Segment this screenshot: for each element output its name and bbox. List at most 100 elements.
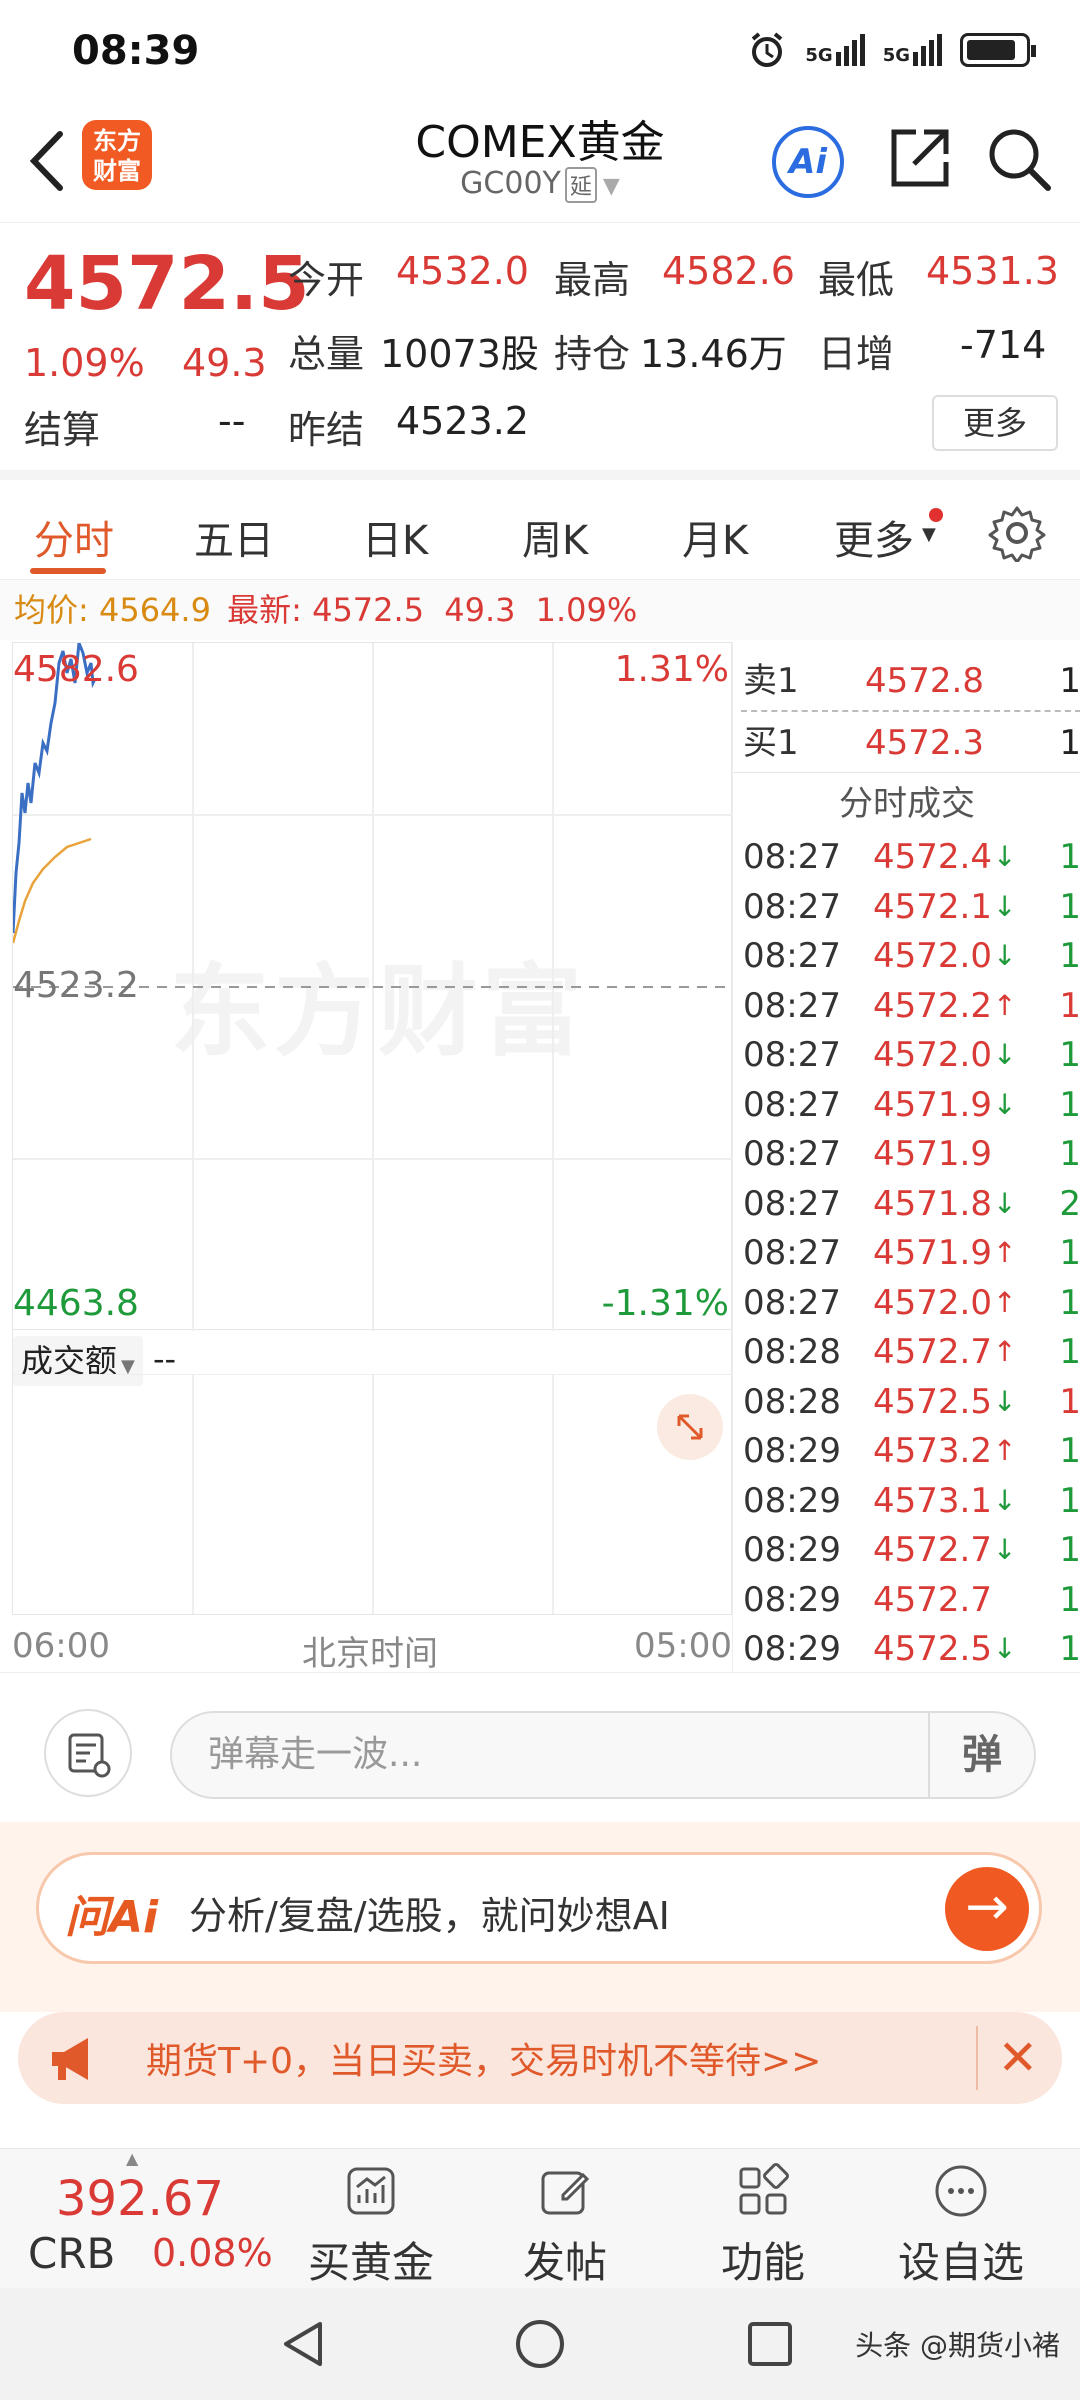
ai-button[interactable]: Ai	[772, 126, 844, 198]
book-divider-2	[733, 772, 1080, 773]
trade-volume: 1	[1059, 1332, 1080, 1372]
promo-text: 期货T+0，当日买卖，交易时机不等待>>	[146, 2041, 822, 2082]
promo-banner[interactable]: 期货T+0，当日买卖，交易时机不等待>> ✕	[18, 2012, 1062, 2104]
trade-volume: 1	[1059, 1035, 1080, 1075]
daily-inc-value: -714	[960, 323, 1047, 367]
time-end: 05:00	[634, 1626, 732, 1666]
trade-volume: 1	[1059, 985, 1080, 1026]
trade-volume: 1	[1059, 1381, 1080, 1422]
last-value: 4572.5	[312, 591, 425, 629]
nav-back-icon[interactable]	[276, 2316, 332, 2372]
nav-functions[interactable]: 功能	[688, 2163, 838, 2290]
trade-row: 08:27 4572.2 ↑ 1	[743, 981, 1080, 1031]
tab-more-caret-icon: ▼	[922, 524, 936, 545]
status-bar: 08:39 5G 5G	[0, 0, 1080, 100]
arrow-right-icon[interactable]: →	[945, 1867, 1029, 1951]
trade-price: 4571.8	[873, 1183, 992, 1224]
trade-time: 08:29	[743, 1579, 841, 1620]
nav-buy-gold[interactable]: 买黄金	[296, 2163, 446, 2290]
nav-add-watchlist[interactable]: 设自选	[886, 2163, 1036, 2290]
trade-direction-icon: ↑	[993, 1335, 1017, 1368]
trade-time: 08:28	[743, 1381, 841, 1422]
trade-time: 08:29	[743, 1431, 841, 1471]
trade-time: 08:28	[743, 1332, 841, 1372]
trade-row: 08:27 4572.0 ↓ 1	[743, 1030, 1080, 1080]
danmu-toggle-button[interactable]: 弹	[928, 1713, 1034, 1797]
tab-monthly-k[interactable]: 月K	[682, 508, 748, 566]
settle-label: 结算	[24, 408, 101, 452]
tab-weekly-k[interactable]: 周K	[522, 508, 588, 566]
crb-percent: 0.08%	[152, 2231, 273, 2275]
tab-more[interactable]: 更多	[834, 508, 914, 566]
trade-direction-icon: ↑	[993, 1285, 1017, 1319]
crb-index[interactable]: ▲ 392.67 CRB 0.08%	[0, 2149, 280, 2289]
close-icon[interactable]: ✕	[975, 2026, 1038, 2090]
megaphone-icon	[52, 2038, 88, 2080]
trade-direction-icon: ↓	[993, 1186, 1017, 1220]
edit-icon	[541, 2171, 590, 2215]
danmu-settings-icon[interactable]	[44, 1709, 132, 1797]
ai-logo: 问Ai	[65, 1892, 159, 1943]
chart-high-pct: 1.31%	[614, 649, 729, 690]
time-start: 06:00	[12, 1626, 110, 1666]
ask-label: 卖1	[743, 661, 799, 701]
trade-price: 4572.0	[873, 936, 992, 976]
chevron-down-icon: ▼	[602, 174, 620, 199]
last-price: 4572.5	[24, 241, 310, 327]
ai-banner: 问Ai 分析/复盘/选股，就问妙想AI →	[0, 1822, 1080, 2012]
volume-value: --	[153, 1340, 177, 1378]
nav-post-label: 发帖	[522, 2238, 607, 2287]
tab-daily-k[interactable]: 日K	[362, 508, 428, 566]
high-value: 4582.6	[662, 249, 795, 293]
change-amount: 49.3	[182, 341, 267, 385]
time-axis: 06:00 北京时间 05:00	[12, 1620, 732, 1674]
ai-prompt-text: 分析/复盘/选股，就问妙想AI	[189, 1894, 670, 1938]
crb-name: CRB	[28, 2229, 116, 2278]
intraday-chart[interactable]: 4582.6 1.31% 4523.2 4463.8 -1.31%	[12, 642, 733, 1331]
settings-gear-icon[interactable]	[988, 504, 1046, 562]
trade-row: 08:29 4572.7 ↓ 1	[743, 1525, 1080, 1575]
danmu-input[interactable]: 弹幕走一波...	[170, 1711, 1036, 1799]
share-icon[interactable]	[886, 126, 952, 192]
time-zone: 北京时间	[302, 1634, 438, 1674]
more-button[interactable]: 更多	[932, 395, 1058, 451]
trade-price: 4572.5	[873, 1629, 992, 1669]
nav-add-watchlist-label: 设自选	[897, 2238, 1024, 2287]
chart-high-price: 4582.6	[13, 649, 139, 690]
ai-ask-bar[interactable]: 问Ai 分析/复盘/选股，就问妙想AI →	[36, 1852, 1042, 1964]
tab-intraday[interactable]: 分时	[34, 508, 114, 566]
position-value: 13.46万	[640, 332, 787, 376]
chevron-up-icon: ▲	[126, 2149, 139, 2168]
trade-row: 08:27 4571.9 ↓ 1	[743, 1080, 1080, 1130]
trade-direction-icon: ↑	[993, 1236, 1017, 1269]
trade-direction-icon: ↓	[993, 1038, 1017, 1071]
trade-price: 4571.9	[873, 1084, 992, 1125]
trade-price: 4572.5	[873, 1381, 992, 1422]
trade-price: 4572.7	[873, 1530, 992, 1570]
volume-value: 10073股	[380, 332, 539, 376]
trade-volume: 1	[1059, 886, 1080, 927]
trade-direction-icon: ↓	[993, 1483, 1017, 1517]
nav-post[interactable]: 发帖	[490, 2163, 640, 2290]
system-nav-bar: 头条 @期货小褚	[0, 2288, 1080, 2400]
trade-direction-icon: ↑	[993, 1434, 1017, 1467]
nav-home-icon[interactable]	[512, 2316, 568, 2372]
nav-recents-icon[interactable]	[744, 2318, 796, 2370]
trade-direction-icon: ↓	[993, 889, 1017, 923]
trade-price: 4571.9	[873, 1134, 992, 1174]
tab-five-day[interactable]: 五日	[194, 508, 274, 566]
status-time: 08:39	[72, 28, 200, 74]
chart-low-pct: -1.31%	[601, 1283, 729, 1324]
ask-price: 4572.8	[865, 661, 984, 701]
trade-volume: 1	[1059, 837, 1080, 877]
trade-row: 08:27 4572.1 ↓ 1	[743, 882, 1080, 932]
search-icon[interactable]	[984, 124, 1054, 194]
chart-low-price: 4463.8	[13, 1283, 139, 1324]
crb-value: 392.67	[56, 2171, 224, 2227]
avg-label: 均价:	[14, 591, 89, 629]
nav-buy-gold-label: 买黄金	[307, 2238, 434, 2287]
intraday-info-bar: 均价: 4564.9 最新: 4572.5 49.3 1.09%	[0, 580, 1080, 640]
trade-volume: 1	[1059, 1431, 1080, 1471]
expand-icon[interactable]	[657, 1394, 723, 1460]
trade-direction-icon: ↓	[993, 1632, 1017, 1665]
